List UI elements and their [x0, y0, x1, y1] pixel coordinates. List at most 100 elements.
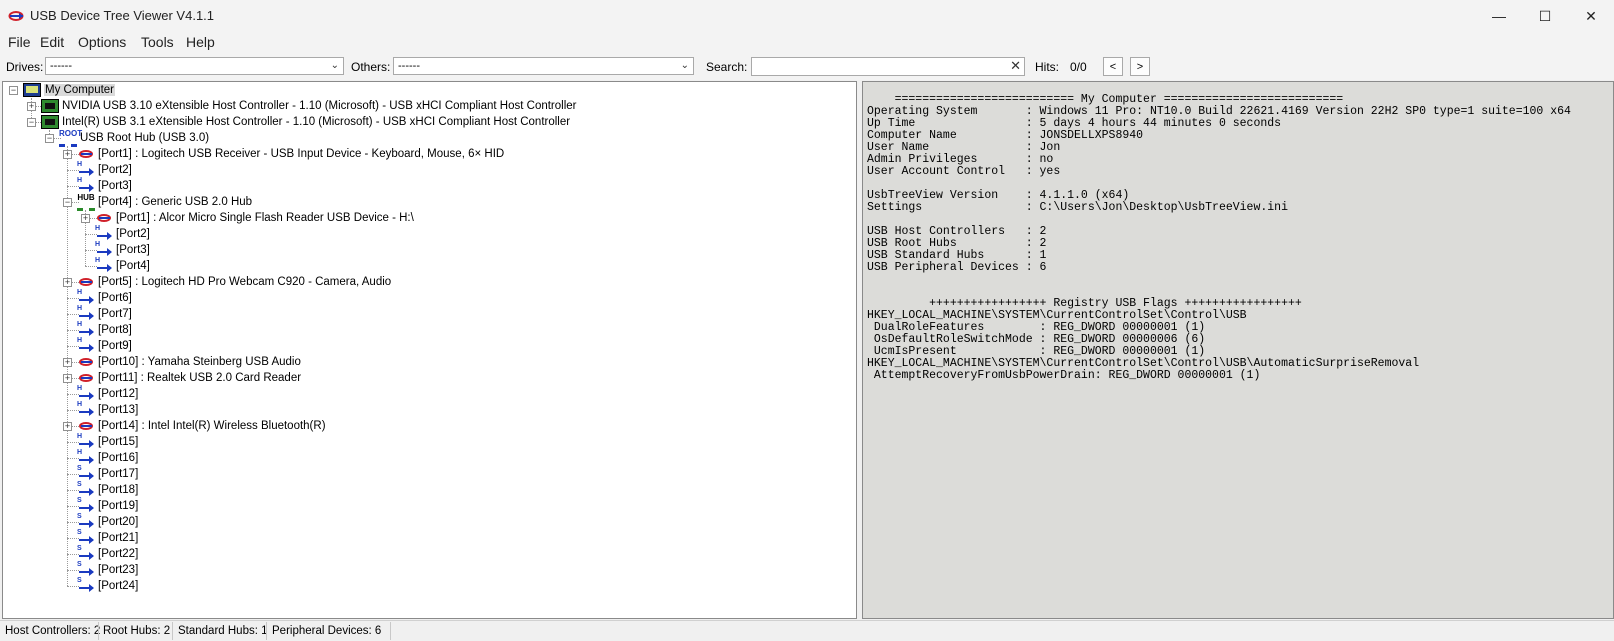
maximize-icon: ☐ [1538, 7, 1552, 24]
tree-item[interactable]: ROOT USB Root Hub (USB 3.0) [59, 129, 209, 147]
collapse-icon[interactable]: − [45, 134, 54, 143]
tree-item[interactable]: [Port13] [77, 401, 139, 418]
tree-item[interactable]: [Port19] [77, 497, 138, 514]
status-separator [266, 622, 267, 640]
expand-icon[interactable]: + [81, 214, 90, 223]
tree-item[interactable]: [Port17] [77, 465, 139, 482]
device-tree[interactable]: − My Computer + NVIDIA USB 3.10 eXtensible … [2, 81, 857, 619]
expand-icon[interactable]: + [63, 358, 72, 367]
superspeed-port-icon [77, 465, 95, 481]
tree-item[interactable]: My Computer [23, 82, 116, 98]
usb-port-icon [77, 305, 95, 321]
tree-item[interactable]: [Port10] : Yamaha Steinberg USB Audio [77, 354, 301, 370]
minimize-icon: — [1492, 8, 1506, 24]
tree-item[interactable]: [Port7] [77, 305, 132, 322]
tree-item[interactable]: [Port1] : Logitech USB Receiver - USB In… [77, 146, 504, 162]
tree-item[interactable]: Intel(R) USB 3.1 eXtensible Host Control… [41, 114, 570, 130]
close-button[interactable]: ✕ [1568, 0, 1614, 32]
previous-hit-button[interactable]: < [1103, 57, 1123, 76]
others-label: Others: [351, 60, 391, 74]
menu-help[interactable]: Help [186, 34, 215, 50]
menu-options[interactable]: Options [78, 34, 126, 50]
expand-icon[interactable]: + [63, 278, 72, 287]
next-hit-button[interactable]: > [1130, 57, 1150, 76]
tree-item[interactable]: [Port6] [77, 289, 132, 306]
usb-device-icon [95, 211, 113, 225]
tree-item[interactable]: [Port3] [77, 177, 132, 194]
tree-item[interactable]: [Port23] [77, 561, 139, 578]
tree-item-label: Intel(R) USB 3.1 eXtensible Host Control… [62, 116, 571, 128]
expand-icon[interactable]: + [63, 374, 72, 383]
superspeed-port-icon [77, 497, 95, 513]
chevron-down-icon: ⌄ [330, 60, 339, 71]
expand-icon[interactable]: + [63, 422, 72, 431]
tree-item[interactable]: [Port9] [77, 337, 132, 354]
tree-item[interactable]: [Port16] [77, 449, 139, 466]
tree-item[interactable]: NVIDIA USB 3.10 eXtensible Host Controll… [41, 98, 577, 114]
tree-item-label: [Port17] [98, 468, 139, 480]
tree-item-label: [Port23] [98, 564, 139, 576]
usb-device-icon [77, 355, 95, 369]
tree-item[interactable]: [Port12] [77, 385, 138, 402]
tree-item-label: [Port10] : Yamaha Steinberg USB Audio [98, 356, 301, 368]
tree-item[interactable]: [Port24] [77, 577, 138, 594]
report-pane[interactable]: ========================== My Computer =… [862, 81, 1614, 619]
tree-item[interactable]: [Port2] [95, 225, 150, 242]
others-value: ------ [398, 60, 420, 72]
tree-item[interactable]: [Port2] [77, 161, 132, 178]
maximize-button[interactable]: ☐ [1522, 0, 1568, 32]
usb-port-icon [77, 161, 95, 177]
expand-icon[interactable]: + [27, 102, 36, 111]
expand-icon[interactable]: + [63, 150, 72, 159]
tree-item[interactable]: [Port14] : Intel Intel(R) Wireless Bluet… [77, 418, 326, 434]
tree-item[interactable]: [Port5] : Logitech HD Pro Webcam C920 - … [77, 274, 391, 290]
tree-item[interactable]: [Port8] [77, 321, 132, 338]
superspeed-port-icon [77, 561, 95, 577]
menu-tools[interactable]: Tools [141, 34, 174, 50]
chevron-left-icon: < [1109, 60, 1117, 73]
usb-port-icon [95, 225, 113, 241]
tree-item[interactable]: [Port15] [77, 433, 139, 450]
window-title: USB Device Tree Viewer V4.1.1 [30, 8, 215, 23]
usb-port-icon [77, 289, 95, 305]
clear-search-icon[interactable]: ✕ [1010, 58, 1021, 74]
search-label: Search: [706, 60, 748, 74]
tree-item[interactable]: [Port4] [95, 257, 150, 274]
drives-select[interactable]: ------ ⌄ [45, 57, 344, 75]
host-controller-icon [41, 115, 59, 129]
search-input[interactable]: ✕ [751, 57, 1025, 76]
tree-item-label: [Port4] [116, 260, 150, 272]
status-standard-hubs: Standard Hubs: 1 [178, 625, 268, 637]
tree-item[interactable]: [Port3] [95, 241, 150, 258]
tree-item[interactable]: [Port22] [77, 545, 138, 562]
tree-item[interactable]: HUB [Port4] : Generic USB 2.0 Hub [77, 193, 252, 211]
usb-port-icon [77, 401, 95, 417]
tree-item[interactable]: [Port11] : Realtek USB 2.0 Card Reader [77, 370, 301, 386]
tree-item-label: [Port15] [98, 436, 139, 448]
menu-file[interactable]: File [8, 34, 31, 50]
tree-item-label: [Port11] : Realtek USB 2.0 Card Reader [98, 372, 302, 384]
usb-app-icon [8, 11, 24, 21]
others-select[interactable]: ------ ⌄ [393, 57, 694, 75]
tree-item-label: [Port16] [98, 452, 139, 464]
menu-edit[interactable]: Edit [40, 34, 64, 50]
root-hub-icon: ROOT [59, 129, 82, 147]
tree-item[interactable]: [Port1] : Alcor Micro Single Flash Reade… [95, 210, 414, 226]
tree-item-label: [Port5] : Logitech HD Pro Webcam C920 - … [98, 276, 392, 288]
tree-item[interactable]: [Port20] [77, 513, 138, 530]
collapse-icon[interactable]: − [9, 86, 18, 95]
tree-item-label: [Port3] [98, 180, 132, 192]
computer-icon [23, 83, 41, 97]
status-separator [98, 622, 99, 640]
collapse-icon[interactable]: − [63, 198, 72, 207]
tree-item[interactable]: [Port21] [77, 529, 138, 546]
tree-item[interactable]: [Port18] [77, 481, 138, 498]
title-bar: USB Device Tree Viewer V4.1.1 — ☐ ✕ [0, 0, 1614, 32]
collapse-icon[interactable]: − [27, 118, 36, 127]
report-text: ========================== My Computer =… [867, 93, 1571, 382]
tree-item-label: NVIDIA USB 3.10 eXtensible Host Controll… [62, 100, 577, 112]
tree-item-label: [Port13] [98, 404, 139, 416]
drives-label: Drives: [6, 60, 44, 74]
usb-port-icon [77, 337, 95, 353]
minimize-button[interactable]: — [1476, 0, 1522, 32]
